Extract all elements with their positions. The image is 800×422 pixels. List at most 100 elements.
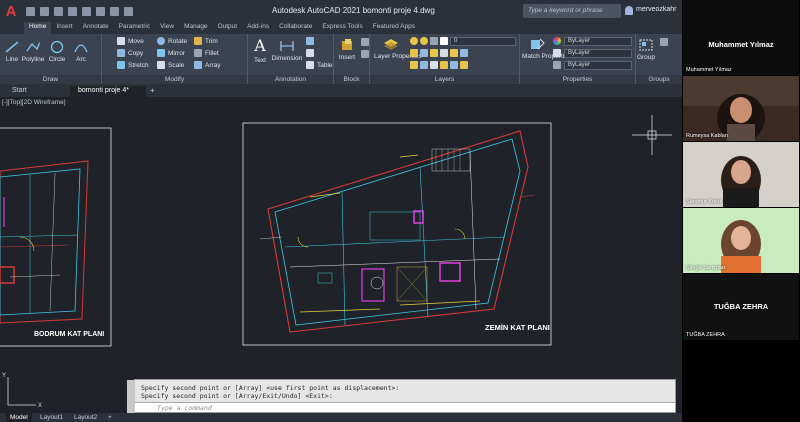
- redo-icon[interactable]: [124, 6, 133, 16]
- layer-tool-icon[interactable]: [410, 49, 418, 57]
- layer-tool-icon[interactable]: [460, 49, 468, 57]
- tab-output[interactable]: Output: [213, 22, 243, 34]
- tab-manage[interactable]: Manage: [179, 22, 213, 34]
- tab-view[interactable]: View: [155, 22, 179, 34]
- save-as-icon[interactable]: [68, 6, 77, 16]
- line-tool[interactable]: Line: [3, 40, 21, 63]
- tab-insert[interactable]: Insert: [51, 22, 77, 34]
- tab-collaborate[interactable]: Collaborate: [274, 22, 317, 34]
- table-tool[interactable]: Table: [306, 61, 333, 69]
- move-tool[interactable]: Move: [117, 37, 144, 45]
- sun-icon[interactable]: [420, 37, 428, 45]
- ungroup-tool[interactable]: [660, 38, 668, 46]
- fillet-tool[interactable]: Fillet: [194, 49, 219, 57]
- rotate-tool[interactable]: Rotate: [157, 37, 187, 45]
- match-properties-tool[interactable]: Match Properties: [522, 37, 571, 60]
- participant-tile[interactable]: Muhammet Yılmaz Muhammet Yılmaz: [683, 0, 799, 75]
- user-icon[interactable]: [625, 6, 633, 15]
- linetype-dropdown[interactable]: ByLayer: [564, 49, 632, 58]
- tab-drawing[interactable]: bomonti proje 4*: [70, 86, 146, 97]
- layer-tool-icon[interactable]: [420, 61, 428, 69]
- layer-tool-icon[interactable]: [410, 61, 418, 69]
- lineweight-dropdown[interactable]: ByLayer: [564, 61, 632, 70]
- color-wheel-icon[interactable]: [553, 37, 561, 45]
- properties-group-label[interactable]: Properties: [520, 75, 635, 84]
- layer-tool-icon[interactable]: [440, 61, 448, 69]
- layer-tool-icon[interactable]: [440, 49, 448, 57]
- command-line-handle[interactable]: [127, 380, 135, 414]
- create-block-tool[interactable]: [361, 38, 369, 46]
- layer-tool-icon[interactable]: [460, 61, 468, 69]
- layer-tool-icon[interactable]: [450, 61, 458, 69]
- layers-group-label[interactable]: Layers: [370, 75, 519, 84]
- block-group-label[interactable]: Block: [334, 75, 369, 84]
- color-swatch-icon[interactable]: [440, 37, 448, 45]
- tab-express-tools[interactable]: Express Tools: [317, 22, 367, 34]
- layer-dropdown[interactable]: 0: [450, 37, 516, 46]
- insert-tool[interactable]: Insert: [336, 38, 358, 61]
- print-icon[interactable]: [96, 6, 105, 16]
- layer-state-icons: [410, 37, 448, 45]
- text-icon: A: [254, 36, 266, 55]
- tab-annotate[interactable]: Annotate: [78, 22, 114, 34]
- annotation-extra-1[interactable]: [306, 37, 314, 45]
- layer-tool-icon[interactable]: [430, 61, 438, 69]
- tab-add-ins[interactable]: Add-ins: [242, 22, 274, 34]
- color-dropdown[interactable]: ByLayer: [564, 37, 632, 46]
- new-tab-plus-icon[interactable]: +: [146, 86, 159, 97]
- lock-icon[interactable]: [430, 37, 438, 45]
- participant-video-tile[interactable]: Simge Sarıçmar: [683, 208, 799, 273]
- layer-tool-icon[interactable]: [430, 49, 438, 57]
- ribbon-tab-bar: Home Insert Annotate Parametric View Man…: [0, 22, 682, 34]
- search-input[interactable]: Type a keyword or phrase: [523, 4, 621, 18]
- copy-tool[interactable]: Copy: [117, 49, 143, 57]
- layout-tab-bar: Model Layout1 Layout2 +: [0, 413, 682, 422]
- tab-featured-apps[interactable]: Featured Apps: [368, 22, 420, 34]
- stretch-tool[interactable]: Stretch: [117, 61, 149, 69]
- tab-layout2[interactable]: Layout2: [70, 413, 101, 422]
- command-input[interactable]: Type a command: [135, 402, 675, 412]
- participant-tile[interactable]: TUĞBA ZEHRA TUĞBA ZEHRA: [683, 274, 799, 340]
- circle-tool[interactable]: Circle: [47, 40, 67, 63]
- modify-group-label[interactable]: Modify: [102, 75, 247, 84]
- draw-group-label[interactable]: Draw: [0, 75, 101, 84]
- lineweight-icon[interactable]: [553, 61, 561, 69]
- tab-start[interactable]: Start: [4, 86, 35, 97]
- group-tool[interactable]: Group: [636, 38, 656, 61]
- undo-icon[interactable]: [110, 6, 119, 16]
- text-tool[interactable]: A Text: [250, 36, 270, 64]
- save-icon[interactable]: [54, 6, 63, 16]
- mirror-tool[interactable]: Mirror: [157, 49, 185, 57]
- drawing-canvas[interactable]: [-][Top][2D Wireframe] Y X BODRUM KAT PL…: [0, 97, 682, 422]
- properties-group: Match Properties ByLayer ByLayer ByLayer…: [520, 34, 636, 84]
- new-file-icon[interactable]: [26, 6, 35, 16]
- scale-tool[interactable]: Scale: [157, 61, 184, 69]
- open-file-icon[interactable]: [40, 6, 49, 16]
- tab-layout1[interactable]: Layout1: [36, 413, 67, 422]
- insert-block-icon: [342, 39, 352, 50]
- user-name[interactable]: merveozkahr: [636, 6, 682, 13]
- layer-tool-icon[interactable]: [450, 49, 458, 57]
- linetype-icon[interactable]: [553, 49, 561, 57]
- layer-tool-icon[interactable]: [420, 49, 428, 57]
- tab-model[interactable]: Model: [6, 413, 32, 422]
- cloud-icon[interactable]: [82, 6, 91, 16]
- arc-tool[interactable]: Arc: [71, 40, 91, 63]
- groups-group-label[interactable]: Groups: [636, 75, 682, 84]
- add-layout-plus-icon[interactable]: +: [104, 413, 116, 422]
- autocad-logo-icon[interactable]: A: [0, 0, 22, 22]
- insert-label: Insert: [338, 54, 356, 61]
- tab-parametric[interactable]: Parametric: [114, 22, 155, 34]
- bulb-icon[interactable]: [410, 37, 418, 45]
- array-tool[interactable]: Array: [194, 61, 221, 69]
- participant-video-tile[interactable]: Sananur Kukul: [683, 142, 799, 207]
- annotation-group-label[interactable]: Annotation: [248, 75, 333, 84]
- layer-properties-tool[interactable]: Layer Properties: [374, 37, 422, 60]
- dimension-tool[interactable]: Dimension: [270, 39, 304, 62]
- edit-block-tool[interactable]: [361, 50, 369, 58]
- participant-video-tile[interactable]: Rumeysa Kablan: [683, 76, 799, 141]
- annotation-extra-2[interactable]: [306, 49, 314, 57]
- trim-tool[interactable]: Trim: [194, 37, 218, 45]
- polyline-tool[interactable]: Polyline: [21, 40, 45, 63]
- tab-home[interactable]: Home: [24, 22, 52, 34]
